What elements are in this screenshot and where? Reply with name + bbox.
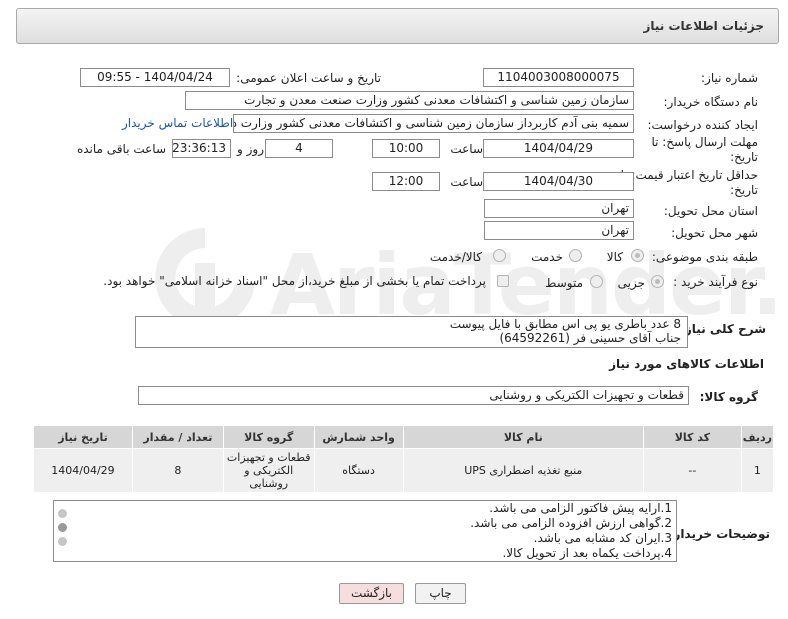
cell-qty: 8 (131, 448, 224, 493)
validity-time-field: 12:00 (372, 172, 440, 191)
validity-hour-label: ساعت (450, 175, 483, 189)
remaining-time-field: 23:36:13 (172, 139, 231, 158)
cell-group: قطعات و تجهیزات الکتریکی و روشنایی (222, 448, 315, 493)
day-and-label: روز و (237, 142, 264, 156)
cell-date: 1404/04/29 (33, 448, 133, 493)
goods-info-title: اطلاعات کالاهای مورد نیاز (609, 357, 764, 371)
category-option-service: خدمت (531, 250, 563, 264)
col-group: گروه کالا (222, 425, 315, 449)
items-table: ردیف کد کالا نام کالا واحد شمارش گروه کا… (33, 425, 775, 493)
province-label: استان محل تحویل: (663, 204, 758, 218)
process-option-minor: جزیی (617, 276, 645, 290)
buyer-org-label: نام دستگاه خریدار: (663, 95, 759, 109)
cell-name: منبع تغذیه اضطراری UPS (402, 448, 645, 493)
price-validity-label: حداقل تاریخ اعتبار قیمت: تا تاریخ: (620, 168, 758, 197)
cell-unit: دستگاه (313, 448, 404, 493)
section-title: جزئیات اطلاعات نیاز (643, 19, 764, 33)
print-button[interactable]: چاپ (415, 583, 466, 604)
payment-note: پرداخت تمام یا بخشی از مبلغ خرید،از محل … (103, 274, 486, 288)
goods-group-label: گروه کالا: (699, 390, 758, 404)
section-header: جزئیات اطلاعات نیاز (16, 8, 779, 44)
need-details-page: جزئیات اطلاعات نیاز AriaTender.neT شماره… (0, 0, 788, 619)
table-header-row: ردیف کد کالا نام کالا واحد شمارش گروه کا… (33, 425, 775, 449)
days-remaining-field: 4 (265, 139, 333, 158)
back-button[interactable]: بازگشت (339, 583, 404, 604)
col-row: ردیف (740, 425, 775, 449)
province-field: تهران (484, 199, 634, 218)
col-unit: واحد شمارش (313, 425, 404, 449)
col-date: تاریخ نیاز (33, 425, 133, 449)
description-line: 8 عدد باطری یو پی اس مطابق با فایل پیوست (449, 317, 681, 331)
announce-datetime-label: تاریخ و ساعت اعلان عمومی: (236, 71, 381, 85)
col-code: کد کالا (643, 425, 742, 449)
description-label: شرح کلی نیاز: (680, 322, 766, 336)
category-option-both: کالا/خدمت (429, 250, 482, 264)
reply-time-field: 10:00 (372, 139, 440, 158)
category-radio-service[interactable] (569, 249, 582, 262)
requester-field: سمیه بنی آدم کاربرداز سازمان زمین شناسی … (233, 114, 634, 133)
remaining-label: ساعت باقی مانده (76, 142, 166, 156)
goods-group-field: قطعات و تجهیزات الکتریکی و روشنایی (138, 386, 689, 405)
description-box: 8 عدد باطری یو پی اس مطابق با فایل پیوست… (135, 316, 688, 348)
category-label: طبقه بندی موضوعی: (651, 250, 758, 264)
notes-line: 2.گواهی ارزش افزوده الزامی می باشد. (470, 516, 672, 530)
category-radio-goods[interactable] (631, 249, 644, 262)
col-qty: تعداد / مقدار (131, 425, 224, 449)
notes-line: 4.پرداخت یکماه بعد از تحویل کالا. (502, 546, 672, 560)
buyer-notes-box: 1.ارایه پیش فاکتور الزامی می باشد. 2.گوا… (53, 500, 677, 562)
payment-checkbox[interactable] (497, 275, 509, 287)
need-number-label: شماره نیاز: (701, 71, 758, 85)
col-name: نام کالا (402, 425, 645, 449)
category-radio-both[interactable] (493, 249, 506, 262)
scroll-thumb-icon[interactable] (58, 523, 67, 532)
city-label: شهر محل تحویل: (671, 226, 758, 240)
process-radio-minor[interactable] (651, 275, 664, 288)
process-radio-medium[interactable] (590, 275, 603, 288)
buyer-contact-link[interactable]: اطلاعات تماس خریدار (122, 116, 233, 130)
table-row: 1 -- منبع تغذیه اضطراری UPS دستگاه قطعات… (33, 448, 775, 493)
need-number-field: 1104003008000075 (483, 68, 634, 87)
process-option-medium: متوسط (545, 276, 583, 290)
announce-datetime-field: 1404/04/24 - 09:55 (80, 68, 230, 87)
reply-deadline-label: مهلت ارسال پاسخ: تا تاریخ: (651, 135, 758, 164)
reply-date-field: 1404/04/29 (483, 139, 634, 158)
buyer-notes-label: توضیحات خریدار: (668, 527, 770, 541)
validity-date-field: 1404/04/30 (483, 172, 634, 191)
notes-scrollbar[interactable] (54, 501, 71, 561)
buyer-org-field: سازمان زمین شناسی و اکتشافات معدنی کشور … (185, 91, 634, 110)
category-option-goods: کالا (606, 250, 623, 264)
cell-code: -- (643, 448, 742, 493)
reply-hour-label: ساعت (450, 142, 483, 156)
cell-row: 1 (740, 448, 775, 493)
scroll-dot-icon (58, 509, 67, 518)
process-type-label: نوع فرآیند خرید : (673, 275, 758, 289)
scroll-dot-icon (58, 537, 67, 546)
notes-line: 3.ایران کد مشابه می باشد. (533, 531, 672, 545)
city-field: تهران (484, 221, 634, 240)
requester-label: ایجاد کننده درخواست: (647, 118, 758, 132)
notes-line: 1.ارایه پیش فاکتور الزامی می باشد. (489, 501, 672, 515)
description-line: جناب آقای حسینی فر (64592261) (499, 331, 681, 345)
